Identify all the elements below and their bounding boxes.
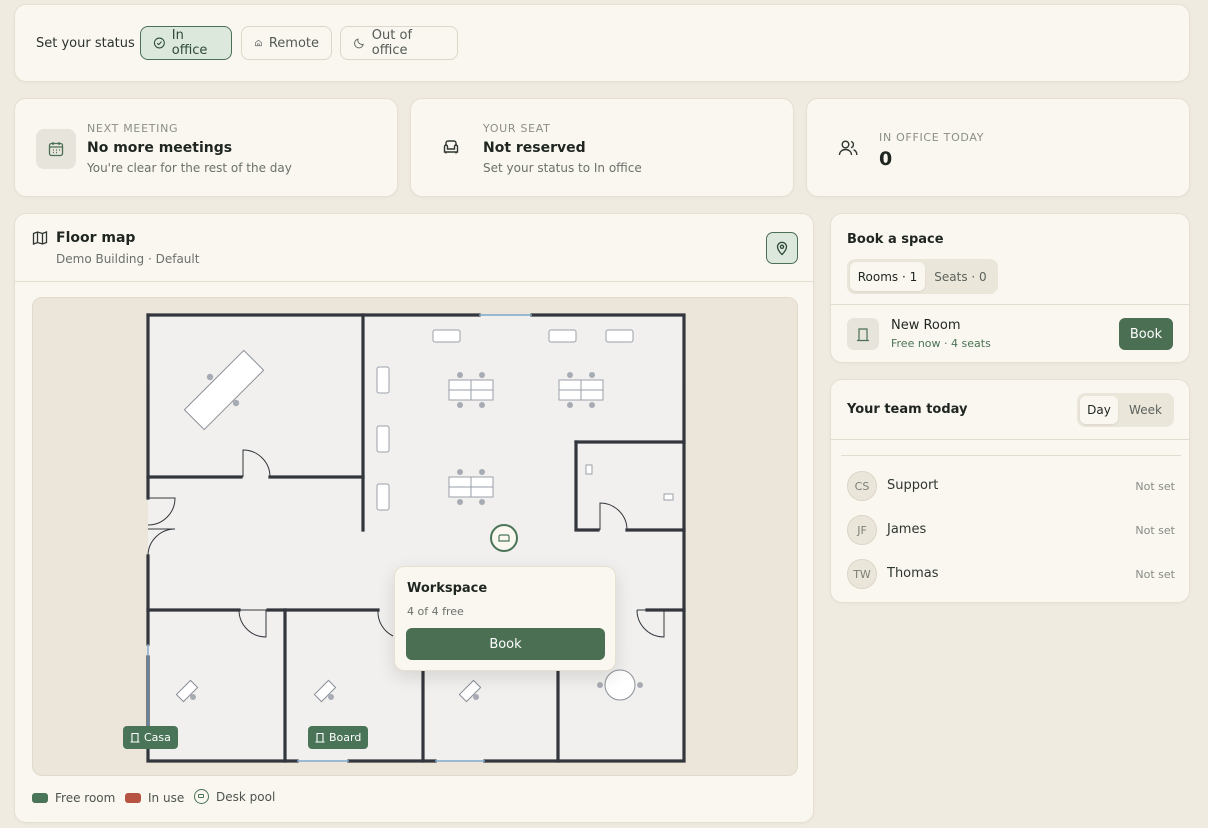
member-name: Support: [887, 478, 939, 493]
list-item[interactable]: CS Support Not set: [847, 470, 1175, 502]
popup-title: Workspace: [407, 581, 488, 596]
member-status: Not set: [1135, 524, 1175, 537]
tab-rooms[interactable]: Rooms · 1: [850, 262, 925, 291]
avatar: JF: [847, 515, 877, 545]
popup-availability: 4 of 4 free: [407, 605, 464, 618]
room-icon-tile: [847, 318, 879, 350]
list-item[interactable]: JF James Not set: [847, 514, 1175, 546]
team-divider: [831, 439, 1189, 440]
status-label: Set your status: [36, 36, 135, 51]
door-icon: [315, 732, 325, 743]
armchair-icon: [441, 137, 461, 161]
desk-pool-icon: [194, 789, 209, 804]
calendar-icon: [36, 129, 76, 169]
legend-free-room: Free room: [32, 791, 115, 805]
your-seat-kicker: YOUR SEAT: [483, 122, 551, 135]
your-seat-title: Not reserved: [483, 140, 586, 156]
team-view-toggle: Day Week: [1077, 393, 1174, 427]
legend-desk-pool: Desk pool: [194, 789, 275, 804]
room-tag-board[interactable]: Board: [308, 726, 369, 749]
tab-day[interactable]: Day: [1080, 396, 1118, 424]
booking-tabs: Rooms · 1 Seats · 0: [847, 259, 998, 294]
workspace-popup: Workspace 4 of 4 free Book: [394, 566, 616, 671]
team-today-title: Your team today: [847, 402, 968, 417]
floor-plan: [146, 313, 686, 763]
status-bar: Set your status In office Remote Out of …: [14, 4, 1190, 82]
door-icon: [130, 732, 140, 743]
in-use-swatch: [125, 793, 141, 803]
team-today-card: Your team today Day Week CS Support Not …: [830, 379, 1190, 603]
next-meeting-kicker: NEXT MEETING: [87, 122, 179, 135]
floor-map-card: Floor map Demo Building · Default Casa B…: [14, 213, 814, 823]
member-name: Thomas: [887, 566, 939, 581]
free-room-swatch: [32, 793, 48, 803]
status-remote-button[interactable]: Remote: [241, 26, 332, 60]
member-name: James: [887, 522, 927, 537]
tab-seats[interactable]: Seats · 0: [926, 262, 995, 291]
list-item[interactable]: TW Thomas Not set: [847, 558, 1175, 590]
avatar: TW: [847, 559, 877, 589]
avatar: CS: [847, 471, 877, 501]
popup-book-button[interactable]: Book: [406, 628, 605, 660]
tab-week[interactable]: Week: [1120, 396, 1171, 424]
room-name: New Room: [891, 318, 961, 333]
check-circle-icon: [153, 37, 165, 49]
room-book-button[interactable]: Book: [1119, 318, 1173, 350]
floor-map-subtitle: Demo Building · Default: [56, 252, 200, 266]
legend-in-use: In use: [125, 791, 184, 805]
in-office-today-card: IN OFFICE TODAY 0: [806, 98, 1190, 197]
book-a-space-card: Book a space Rooms · 1 Seats · 0 New Roo…: [830, 213, 1190, 363]
team-list-divider: [841, 455, 1181, 456]
room-tag-casa[interactable]: Casa: [123, 726, 178, 749]
next-meeting-card: NEXT MEETING No more meetings You're cle…: [14, 98, 398, 197]
users-icon: [837, 137, 859, 163]
door-icon: [857, 327, 869, 341]
book-a-space-title: Book a space: [847, 232, 944, 247]
floor-map-title: Floor map: [56, 230, 136, 246]
your-seat-subtitle: Set your status to In office: [483, 161, 642, 175]
your-seat-card: YOUR SEAT Not reserved Set your status t…: [410, 98, 794, 197]
locate-button[interactable]: [766, 232, 798, 264]
room-detail: Free now · 4 seats: [891, 337, 991, 350]
map-pin-icon: [776, 241, 788, 256]
in-office-kicker: IN OFFICE TODAY: [879, 131, 985, 144]
floor-plan-area: Casa Board Workspace 4 of 4 free Book: [32, 297, 798, 776]
moon-icon: [354, 38, 364, 49]
next-meeting-subtitle: You're clear for the rest of the day: [87, 161, 292, 175]
in-office-count: 0: [879, 148, 893, 170]
status-in-office-button[interactable]: In office: [140, 26, 232, 60]
status-out-of-office-button[interactable]: Out of office: [340, 26, 458, 60]
member-status: Not set: [1135, 568, 1175, 581]
next-meeting-title: No more meetings: [87, 140, 233, 156]
home-icon: [255, 39, 262, 47]
floor-map-divider: [15, 281, 813, 282]
member-status: Not set: [1135, 480, 1175, 493]
map-icon: [32, 230, 48, 250]
booking-divider: [831, 304, 1189, 305]
